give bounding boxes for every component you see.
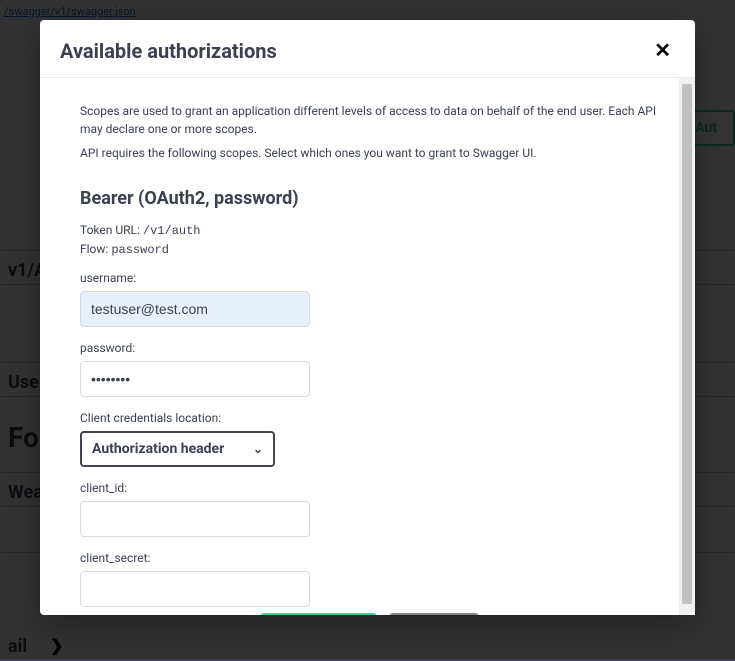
password-input[interactable] [80, 361, 310, 397]
flow-label: Flow: [80, 242, 108, 256]
scopes-requirement: API requires the following scopes. Selec… [80, 144, 659, 162]
scrollbar[interactable] [679, 78, 695, 615]
flow-value: password [111, 243, 169, 257]
authorization-modal: Available authorizations ✕ Scopes are us… [40, 20, 695, 615]
username-input[interactable] [80, 291, 310, 327]
client-credentials-location-select[interactable]: Authorization header ⌄ [80, 431, 275, 467]
token-url-row: Token URL: /v1/auth [80, 223, 659, 238]
modal-title: Available authorizations [60, 39, 277, 63]
close-button[interactable]: Close [389, 613, 479, 615]
token-url-label: Token URL: [80, 223, 140, 237]
scheme-heading: Bearer (OAuth2, password) [80, 188, 659, 209]
token-url-value: /v1/auth [143, 224, 201, 238]
scrollbar-thumb[interactable] [682, 84, 692, 604]
modal-header: Available authorizations ✕ [40, 20, 695, 78]
username-label: username: [80, 271, 659, 285]
select-value: Authorization header [92, 441, 224, 457]
chevron-down-icon: ⌄ [253, 442, 263, 456]
client-credentials-location-label: Client credentials location: [80, 411, 659, 425]
scopes-description: Scopes are used to grant an application … [80, 102, 659, 138]
modal-footer: Authorize Close [80, 607, 659, 615]
client-secret-input[interactable] [80, 571, 310, 607]
client-secret-label: client_secret: [80, 551, 659, 565]
close-icon[interactable]: ✕ [650, 38, 675, 63]
client-id-input[interactable] [80, 501, 310, 537]
authorize-button[interactable]: Authorize [260, 613, 377, 615]
client-id-label: client_id: [80, 481, 659, 495]
password-label: password: [80, 341, 659, 355]
modal-body: Scopes are used to grant an application … [40, 78, 679, 615]
flow-row: Flow: password [80, 242, 659, 257]
